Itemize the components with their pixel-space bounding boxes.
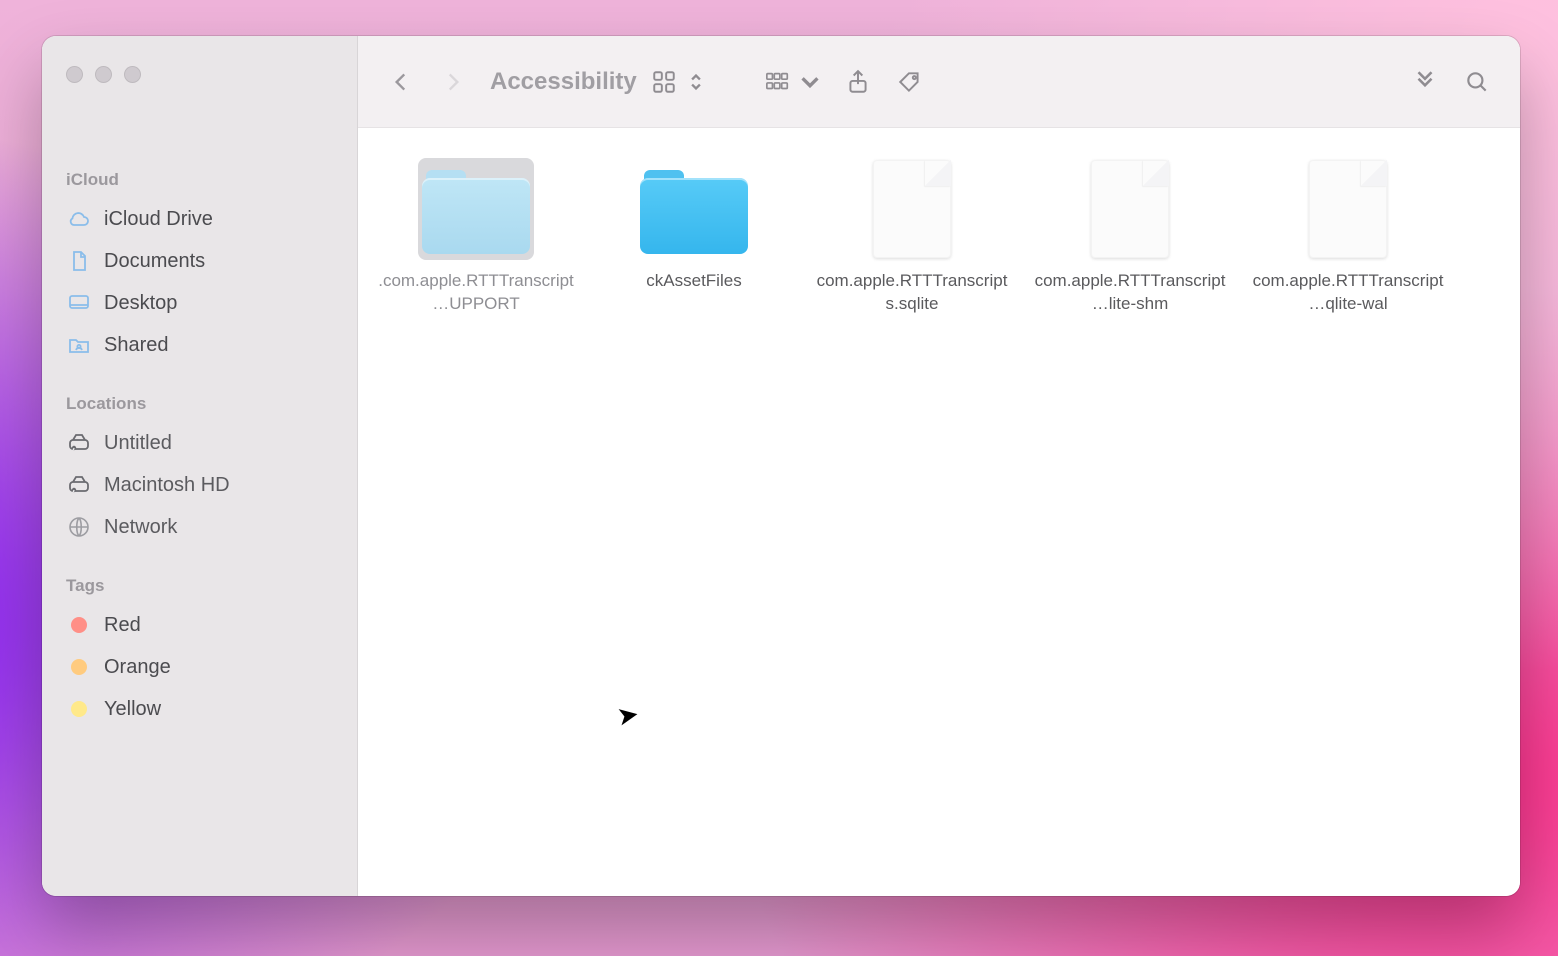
item-rtt-support[interactable]: .com.apple.RTTTranscript…UPPORT [376,158,576,316]
item-sqlite-shm[interactable]: com.apple.RTTTranscript…lite-shm [1030,158,1230,316]
sidebar-item-label: Shared [104,334,169,357]
sidebar-item-label: Orange [104,656,171,679]
item-label: com.apple.RTTTranscript…qlite-wal [1250,270,1446,316]
finder-window: iCloud iCloud Drive Documents Desktop [42,36,1520,896]
sidebar-item-label: Red [104,614,141,637]
view-mode-button[interactable] [647,61,713,103]
tag-dot-icon [66,617,92,633]
sidebar-item-macintosh-hd[interactable]: Macintosh HD [56,464,343,506]
sidebar-section-header-0: iCloud [56,170,343,198]
document-icon [1072,158,1188,260]
sidebar-tag-red[interactable]: Red [56,604,343,646]
cloud-icon [66,207,92,231]
minimize-window-button[interactable] [95,66,112,83]
folder-icon [418,158,534,260]
item-sqlite-wal[interactable]: com.apple.RTTTranscript…qlite-wal [1248,158,1448,316]
document-icon [854,158,970,260]
desktop-icon [66,291,92,315]
overflow-button[interactable] [1404,61,1446,103]
item-label: com.apple.RTTTranscripts.sqlite [814,270,1010,316]
sidebar-item-label: Desktop [104,292,177,315]
window-controls [66,66,141,83]
icon-grid: .com.apple.RTTTranscript…UPPORT ckAssetF… [376,158,1502,316]
sidebar-section-header-2: Tags [56,576,343,604]
back-button[interactable] [380,61,422,103]
sidebar-section-0: iCloud Drive Documents Desktop Shared [56,198,343,366]
sidebar-item-label: Untitled [104,432,172,455]
sidebar: iCloud iCloud Drive Documents Desktop [42,36,358,896]
zoom-window-button[interactable] [124,66,141,83]
forward-button[interactable] [432,61,474,103]
sidebar-section-header-1: Locations [56,394,343,422]
window-title: Accessibility [490,68,637,96]
sidebar-item-label: Macintosh HD [104,474,230,497]
sidebar-tag-orange[interactable]: Orange [56,646,343,688]
shared-folder-icon [66,333,92,357]
tag-dot-icon [66,659,92,675]
tag-dot-icon [66,701,92,717]
item-label: ckAssetFiles [646,270,741,293]
sidebar-item-desktop[interactable]: Desktop [56,282,343,324]
sidebar-section-2: Red Orange Yellow [56,604,343,730]
item-sqlite[interactable]: com.apple.RTTTranscripts.sqlite [812,158,1012,316]
search-button[interactable] [1456,61,1498,103]
item-label: .com.apple.RTTTranscript…UPPORT [378,270,574,316]
document-icon [1290,158,1406,260]
external-disk-icon [66,431,92,455]
item-label: com.apple.RTTTranscript…lite-shm [1032,270,1228,316]
group-by-button[interactable] [761,61,827,103]
sidebar-item-network[interactable]: Network [56,506,343,548]
item-ckassetfiles[interactable]: ckAssetFiles [594,158,794,316]
content-area[interactable]: .com.apple.RTTTranscript…UPPORT ckAssetF… [358,128,1520,896]
sidebar-item-shared[interactable]: Shared [56,324,343,366]
sidebar-tag-yellow[interactable]: Yellow [56,688,343,730]
toolbar: Accessibility [358,36,1520,128]
sidebar-item-label: Documents [104,250,205,273]
tags-button[interactable] [889,61,931,103]
sidebar-item-label: iCloud Drive [104,208,213,231]
main-area: Accessibility [358,36,1520,896]
close-window-button[interactable] [66,66,83,83]
document-icon [66,249,92,273]
sidebar-item-label: Yellow [104,698,161,721]
sidebar-section-1: Untitled Macintosh HD Network [56,422,343,548]
sidebar-item-label: Network [104,516,177,539]
sidebar-item-documents[interactable]: Documents [56,240,343,282]
share-button[interactable] [837,61,879,103]
internal-disk-icon [66,473,92,497]
folder-icon [636,158,752,260]
sidebar-item-icloud-drive[interactable]: iCloud Drive [56,198,343,240]
globe-icon [66,515,92,539]
sidebar-item-untitled[interactable]: Untitled [56,422,343,464]
